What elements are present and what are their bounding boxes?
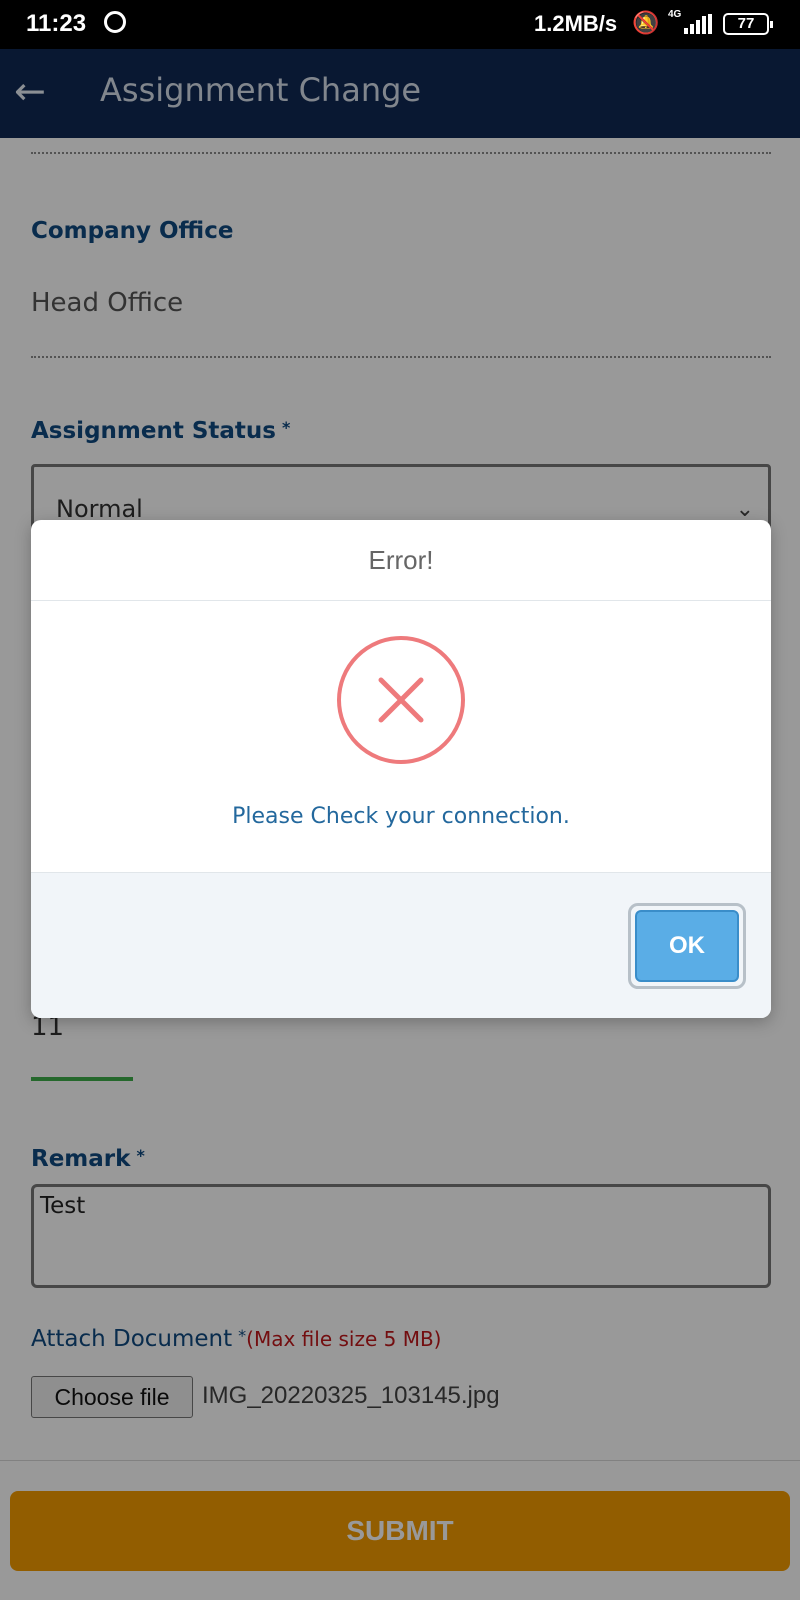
network-type: 4G [668, 9, 682, 20]
network-speed: 1.2MB/s [534, 11, 618, 36]
ok-button[interactable]: OK [635, 910, 739, 982]
dialog-header: Error! [31, 520, 771, 601]
mute-icon: 🔕 [632, 10, 660, 35]
error-dialog: Error! Please Check your connection. OK [31, 520, 771, 1018]
dialog-message: Please Check your connection. [232, 804, 570, 829]
dialog-title: Error! [368, 545, 434, 575]
status-time: 11:23 [26, 10, 87, 37]
whatsapp-icon [104, 11, 126, 33]
dialog-footer: OK [31, 872, 771, 1018]
error-x-icon [337, 636, 465, 764]
status-bar: 11:23 1.2MB/s 🔕 4G 77 [0, 0, 800, 49]
signal-icon [684, 14, 714, 34]
battery-icon: 77 [723, 13, 773, 35]
